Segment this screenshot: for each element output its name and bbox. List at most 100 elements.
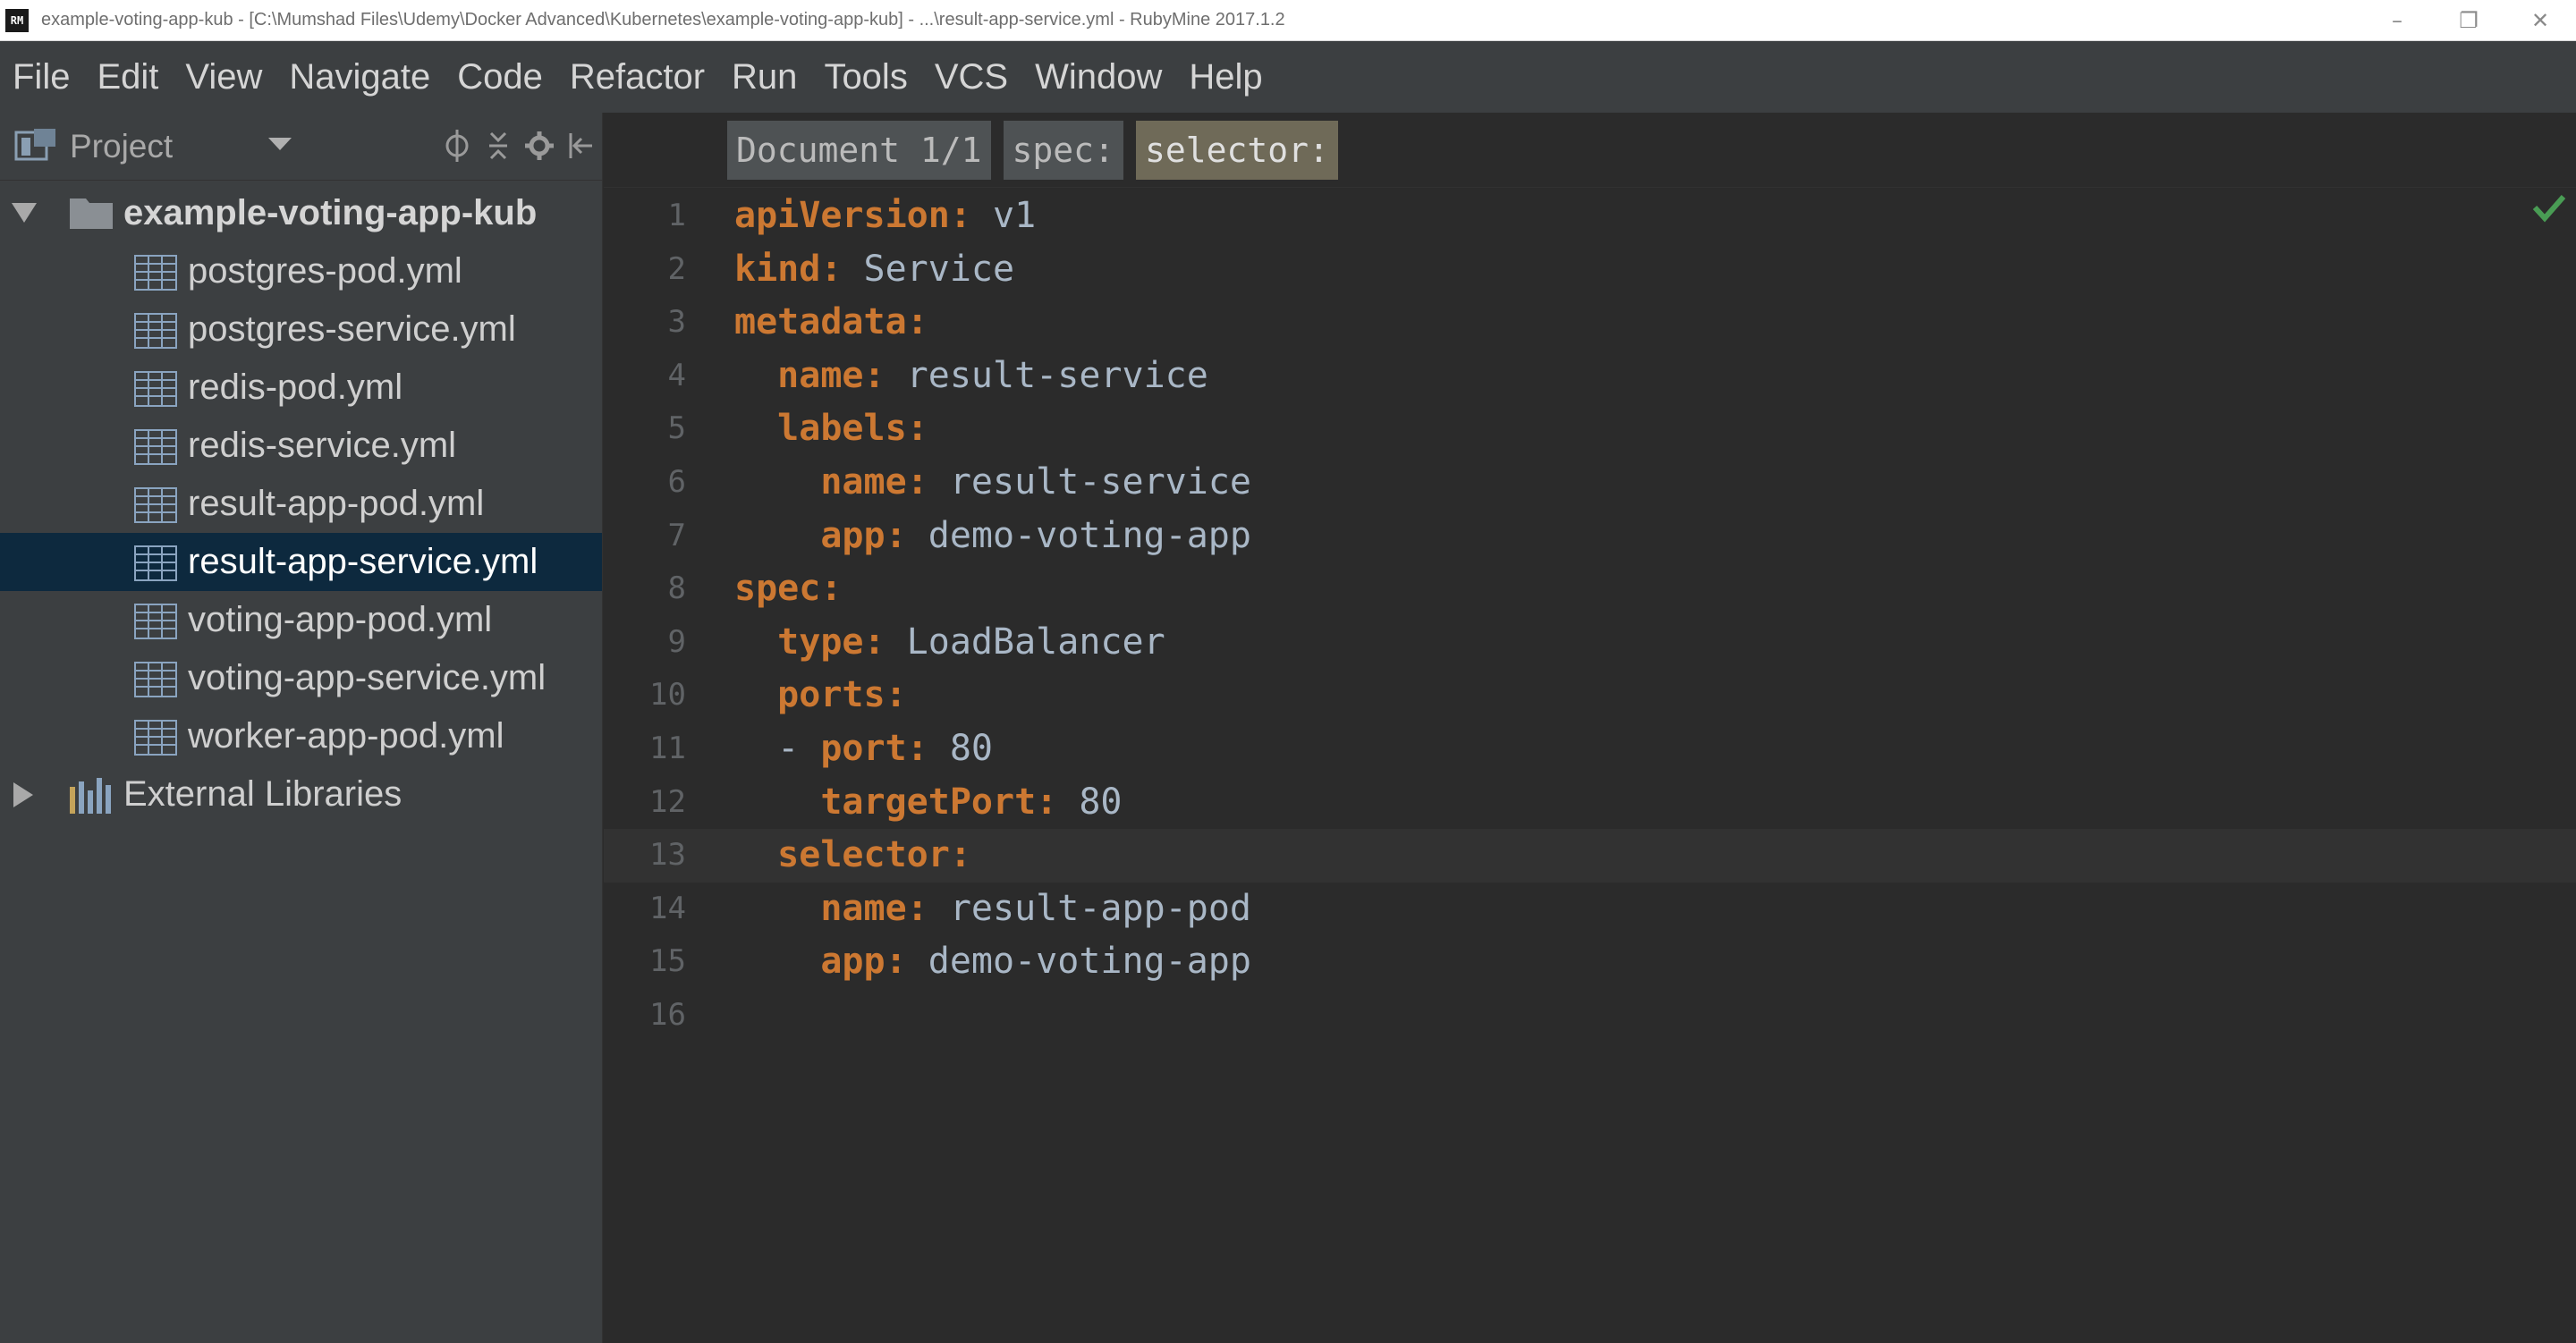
code-line[interactable]: name: result-app-pod — [604, 883, 2576, 936]
yaml-value: v1 — [970, 195, 1037, 236]
code-line[interactable]: - port: 80 — [604, 722, 2576, 776]
line-number: 14 — [649, 890, 686, 926]
yaml-file-icon — [134, 429, 177, 469]
tree-root-folder[interactable]: example-voting-app-kub — [0, 184, 602, 242]
code-line-current[interactable]: selector: — [604, 829, 2576, 883]
code-line[interactable]: app: demo-voting-app — [604, 935, 2576, 989]
yaml-value: result-service — [928, 460, 1251, 503]
chevron-down-icon[interactable] — [268, 138, 292, 156]
yaml-key: selector: — [777, 834, 971, 876]
yaml-file-icon — [134, 487, 177, 528]
file-label: result-app-service.yml — [188, 542, 538, 581]
line-number: 9 — [667, 623, 686, 660]
breadcrumb-spec[interactable]: spec: — [1003, 120, 1123, 180]
line-number: 7 — [667, 517, 686, 553]
yaml-file-icon — [134, 720, 177, 760]
yaml-key: name: — [820, 460, 928, 503]
tree-file-selected[interactable]: result-app-service.yml — [0, 533, 602, 591]
folder-icon — [70, 195, 113, 233]
external-libraries-icon — [68, 778, 116, 818]
menu-code[interactable]: Code — [457, 57, 543, 97]
tree-file[interactable]: redis-service.yml — [0, 417, 602, 475]
window-controls: – ❐ ✕ — [2361, 0, 2576, 41]
collapse-all-icon[interactable] — [482, 125, 514, 166]
root-folder-label: example-voting-app-kub — [123, 193, 538, 232]
menu-window[interactable]: Window — [1035, 57, 1162, 97]
breadcrumb-document[interactable]: Document 1/1 — [727, 120, 991, 180]
tree-file[interactable]: postgres-pod.yml — [0, 242, 602, 300]
code-line[interactable] — [604, 989, 2576, 1043]
yaml-file-icon — [134, 662, 177, 702]
project-header: Project — [0, 113, 602, 181]
tree-file[interactable]: worker-app-pod.yml — [0, 707, 602, 765]
yaml-key: port: — [820, 727, 928, 769]
yaml-value: 80 — [1057, 781, 1123, 823]
line-number: 6 — [667, 463, 686, 500]
project-view-icon — [14, 127, 57, 166]
menu-edit[interactable]: Edit — [97, 57, 158, 97]
tree-file[interactable]: voting-app-service.yml — [0, 649, 602, 707]
menu-file[interactable]: File — [13, 57, 70, 97]
expanded-arrow-icon[interactable] — [11, 200, 38, 227]
menu-tools[interactable]: Tools — [824, 57, 907, 97]
title-bar: RM example-voting-app-kub - [C:\Mumshad … — [0, 0, 2576, 41]
tree-file[interactable]: result-app-pod.yml — [0, 475, 602, 533]
code-line[interactable]: kind: Service — [604, 243, 2576, 297]
file-label: redis-service.yml — [188, 426, 457, 465]
breadcrumb-selector[interactable]: selector: — [1135, 120, 1338, 180]
code-line[interactable]: app: demo-voting-app — [604, 510, 2576, 563]
tree-file[interactable]: redis-pod.yml — [0, 359, 602, 417]
line-number: 1 — [667, 198, 686, 233]
tree-file[interactable]: voting-app-pod.yml — [0, 591, 602, 649]
yaml-value: Service — [842, 248, 1015, 290]
code-line[interactable]: type: LoadBalancer — [604, 616, 2576, 670]
restore-button[interactable]: ❐ — [2433, 0, 2504, 41]
code-line[interactable]: targetPort: 80 — [604, 776, 2576, 830]
yaml-value: LoadBalancer — [885, 621, 1165, 663]
code-editor[interactable]: Document 1/1 spec: selector: apiVersion:… — [604, 113, 2576, 1343]
file-label: postgres-service.yml — [188, 309, 516, 349]
code-line[interactable]: ports: — [604, 669, 2576, 722]
file-label: result-app-pod.yml — [188, 484, 485, 523]
project-toolbar — [441, 125, 597, 166]
code-line[interactable]: apiVersion: v1 — [604, 190, 2576, 243]
menu-refactor[interactable]: Refactor — [570, 57, 705, 97]
project-tree: example-voting-app-kub postgres-pod.yml … — [0, 184, 602, 824]
code-line[interactable]: name: result-service — [604, 350, 2576, 403]
code-area[interactable]: apiVersion: v1 kind: Service metadata: n… — [604, 190, 2576, 1043]
menu-navigate[interactable]: Navigate — [289, 57, 430, 97]
code-line[interactable]: metadata: — [604, 296, 2576, 350]
menu-bar: File Edit View Navigate Code Refactor Ru… — [0, 41, 2576, 113]
line-number: 12 — [649, 783, 686, 820]
line-number-gutter[interactable]: 1 2 3 4 5 6 7 8 9 10 11 12 13 14 15 16 — [604, 190, 702, 1043]
scroll-from-source-icon[interactable] — [441, 125, 473, 166]
yaml-key: metadata: — [734, 301, 928, 343]
code-line[interactable]: labels: — [604, 402, 2576, 456]
collapsed-arrow-icon[interactable] — [11, 781, 38, 808]
project-view-label[interactable]: Project — [70, 128, 173, 165]
menu-help[interactable]: Help — [1189, 57, 1262, 97]
line-number: 2 — [667, 250, 686, 287]
yaml-key: apiVersion: — [734, 195, 971, 236]
yaml-value: result-app-pod — [928, 887, 1251, 929]
yaml-file-icon — [134, 604, 177, 644]
code-line[interactable]: spec: — [604, 562, 2576, 616]
yaml-value: 80 — [928, 727, 993, 769]
line-number: 3 — [667, 304, 686, 341]
minimize-button[interactable]: – — [2361, 0, 2433, 41]
menu-view[interactable]: View — [185, 57, 262, 97]
yaml-key: app: — [820, 941, 907, 983]
close-button[interactable]: ✕ — [2504, 0, 2576, 41]
gear-icon[interactable] — [523, 125, 555, 166]
menu-vcs[interactable]: VCS — [935, 57, 1008, 97]
line-number: 13 — [649, 837, 686, 874]
line-number: 8 — [667, 570, 686, 607]
hide-panel-icon[interactable] — [564, 125, 597, 166]
yaml-key: spec: — [734, 568, 843, 610]
tree-file[interactable]: postgres-service.yml — [0, 300, 602, 359]
code-line[interactable]: name: result-service — [604, 456, 2576, 510]
tree-external-libraries[interactable]: External Libraries — [0, 765, 602, 824]
menu-run[interactable]: Run — [732, 57, 797, 97]
project-tool-window: Project example-voting-app-kub postgres-… — [0, 113, 603, 1343]
line-number: 4 — [667, 357, 686, 393]
